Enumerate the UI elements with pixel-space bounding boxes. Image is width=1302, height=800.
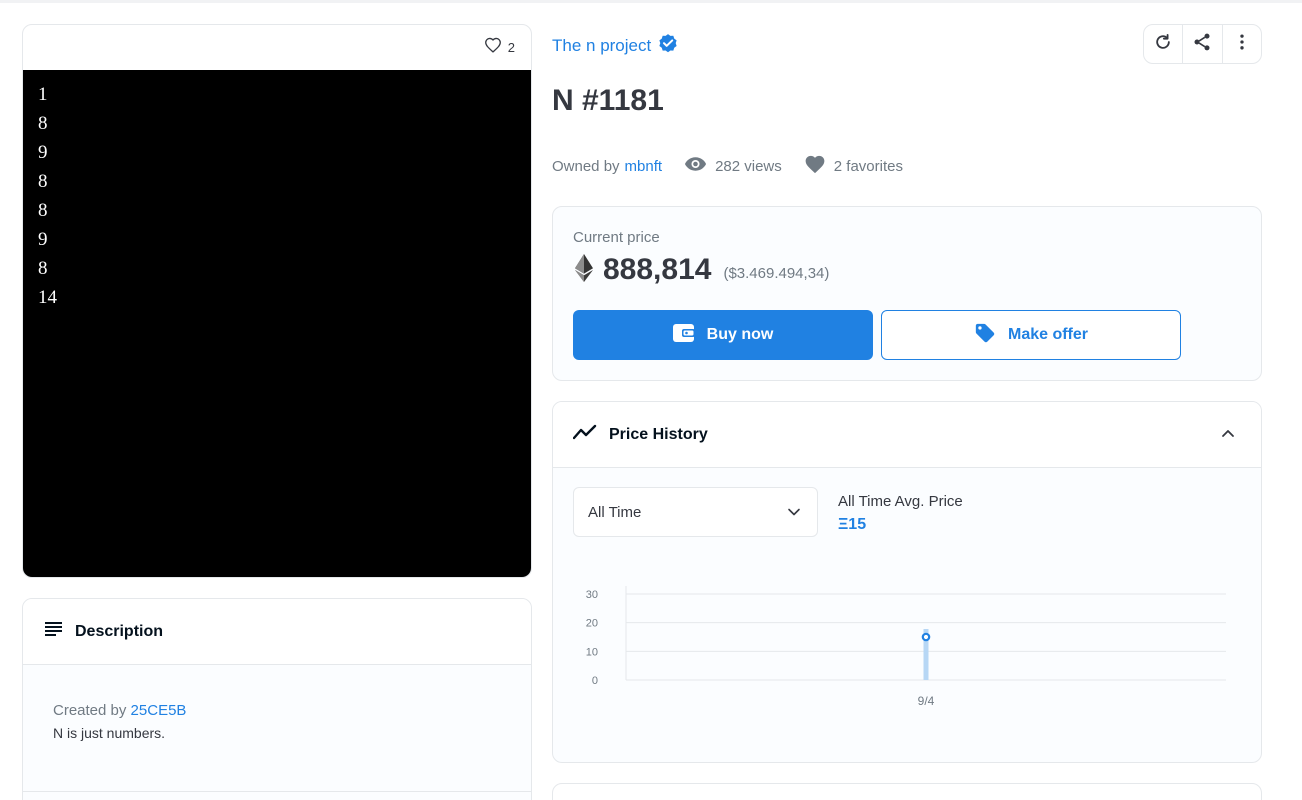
collection: The n project: [552, 32, 679, 59]
verified-badge-icon: [657, 32, 679, 59]
period-select[interactable]: All Time: [573, 487, 818, 537]
current-price-label: Current price: [573, 229, 660, 246]
period-value: All Time: [588, 503, 642, 521]
price-history-chart[interactable]: 0 10 20 30 9/4: [553, 572, 1261, 722]
nft-number: 8: [38, 113, 48, 134]
owned-by-label: Owned by: [552, 157, 620, 175]
price-point: [921, 632, 931, 642]
refresh-button[interactable]: [1144, 25, 1184, 63]
buy-now-button[interactable]: Buy now: [573, 310, 873, 360]
item-toolbar: [1143, 24, 1262, 64]
views-count: 282 views: [715, 157, 782, 175]
description-lines-icon: [45, 622, 63, 641]
favorites-count: 2 favorites: [833, 157, 903, 175]
price-panel: Current price 888,814 ($3.469.494,34) Bu…: [552, 206, 1262, 381]
y-tick-label: 20: [586, 618, 598, 630]
share-icon: [1192, 32, 1212, 57]
price-history-title: Price History: [609, 425, 708, 443]
price-history-header[interactable]: Price History: [553, 402, 1261, 468]
make-offer-label: Make offer: [1007, 326, 1089, 343]
media-card: 2 1 8 9 8 8 9 8 14: [22, 24, 532, 578]
eye-icon: [684, 156, 707, 176]
y-tick-label: 0: [592, 675, 598, 687]
nft-image[interactable]: 1 8 9 8 8 9 8 14: [23, 70, 531, 577]
chevron-up-icon[interactable]: [1221, 426, 1235, 445]
item-meta: Owned by mbnft 282 views 2 favorites: [552, 154, 903, 178]
avg-price-value: Ξ15: [838, 516, 867, 533]
trend-line-icon: [572, 424, 597, 445]
y-tick-label: 30: [586, 589, 598, 601]
description-panel: Description Created by 25CE5B N is just …: [22, 598, 532, 800]
price-row: 888,814 ($3.469.494,34): [575, 253, 829, 287]
more-vertical-icon: [1232, 32, 1252, 57]
collection-link[interactable]: The n project: [552, 36, 651, 56]
description-title: Description: [75, 622, 164, 640]
y-tick-label: 10: [586, 646, 598, 658]
price-usd: ($3.469.494,34): [723, 264, 830, 282]
item-title: N #1181: [552, 84, 664, 117]
avg-price-label: All Time Avg. Price: [838, 493, 963, 510]
description-divider: [23, 791, 531, 792]
nft-number: 1: [38, 84, 48, 105]
owner-link[interactable]: mbnft: [625, 158, 663, 175]
make-offer-button[interactable]: Make offer: [881, 310, 1181, 360]
media-header: 2: [23, 25, 531, 70]
price-value: 888,814: [603, 253, 712, 286]
favorite-heart-icon[interactable]: [484, 37, 502, 58]
chevron-down-icon: [787, 505, 801, 523]
nft-number: 9: [38, 142, 48, 163]
description-text: N is just numbers.: [53, 725, 166, 741]
created-by: Created by 25CE5B: [53, 702, 501, 719]
top-border: [0, 0, 1302, 3]
price-history-panel: Price History All Time All Time Avg. Pri…: [552, 401, 1262, 763]
buy-now-label: Buy now: [706, 326, 774, 343]
nft-number: 14: [38, 287, 57, 308]
ethereum-icon: [575, 253, 593, 287]
nft-number: 9: [38, 229, 48, 250]
heart-icon: [804, 154, 826, 178]
creator-link[interactable]: 25CE5B: [131, 702, 187, 719]
x-tick-label: 9/4: [918, 694, 935, 708]
description-header[interactable]: Description: [23, 599, 531, 665]
refresh-icon: [1153, 32, 1173, 57]
created-by-label: Created by: [53, 702, 127, 719]
share-button[interactable]: [1183, 25, 1223, 63]
more-button[interactable]: [1223, 25, 1261, 63]
description-body: Created by 25CE5B N is just numbers.: [23, 665, 531, 741]
tag-icon: [974, 322, 996, 349]
nft-number: 8: [38, 200, 48, 221]
views: 282 views: [684, 156, 782, 176]
next-panel: [552, 783, 1262, 800]
favorite-count: 2: [507, 40, 515, 55]
nft-number: 8: [38, 258, 48, 279]
favorites: 2 favorites: [804, 154, 903, 178]
wallet-icon: [672, 323, 695, 347]
nft-number: 8: [38, 171, 48, 192]
